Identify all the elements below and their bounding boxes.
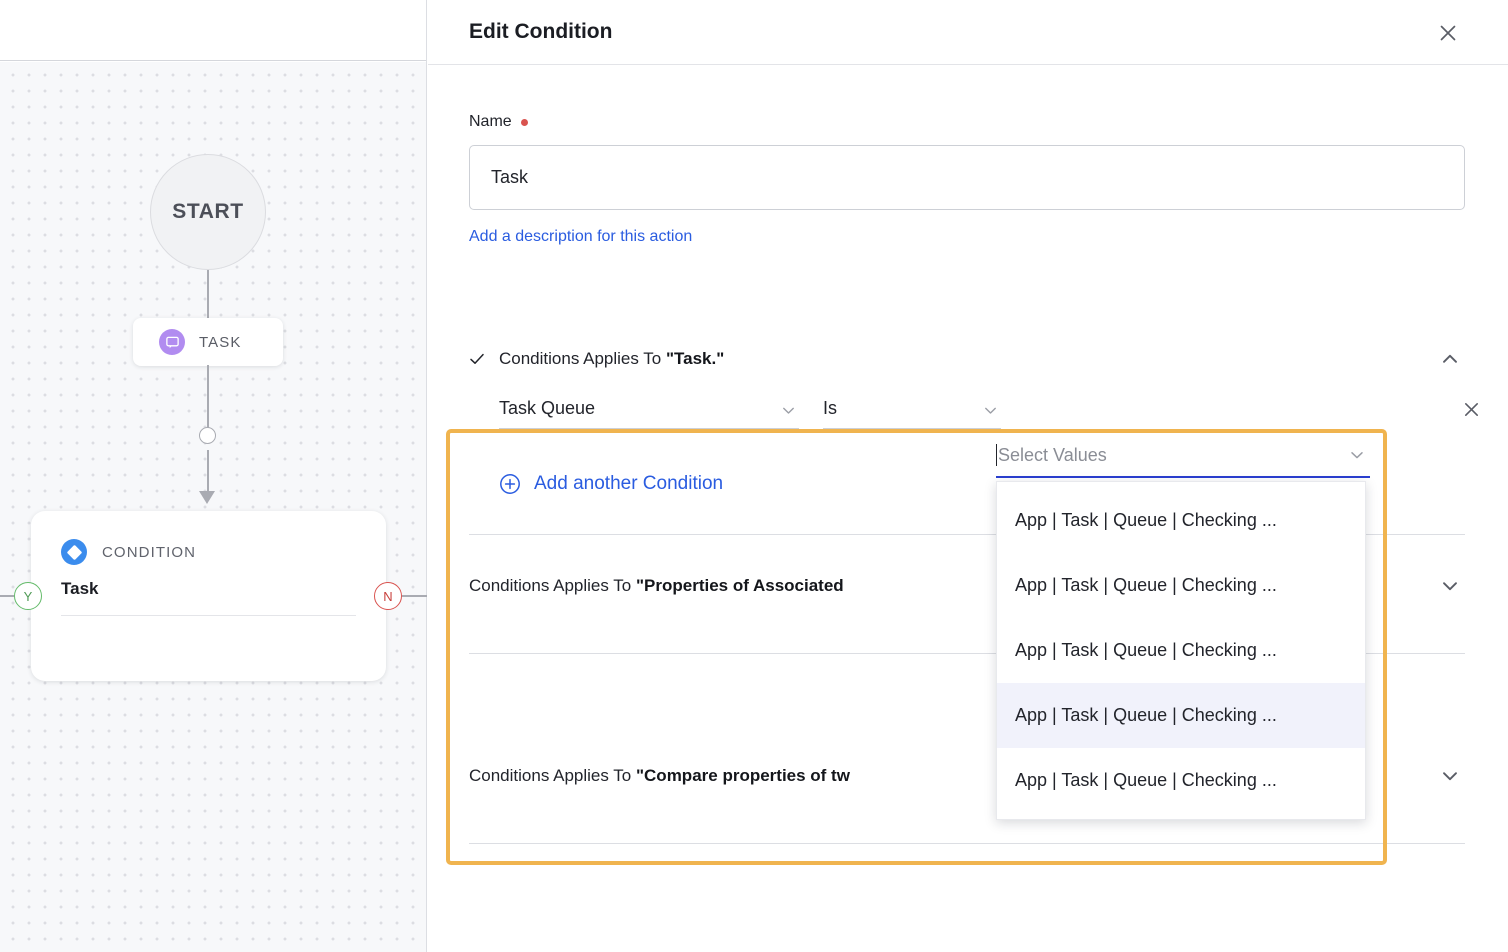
values-dropdown-list[interactable]: App | Task | Queue | Checking ... App | … bbox=[996, 481, 1366, 820]
dropdown-option[interactable]: App | Task | Queue | Checking ... bbox=[997, 748, 1365, 813]
text-cursor bbox=[996, 444, 997, 466]
condition-node-separator bbox=[61, 615, 356, 616]
flow-node-start[interactable]: START bbox=[150, 154, 266, 270]
condition-operator-select[interactable]: Is bbox=[823, 398, 1001, 429]
workflow-canvas-panel: START TASK CONDITION Task Y N bbox=[0, 0, 427, 952]
dropdown-option[interactable]: App | Task | Queue | Checking ... bbox=[997, 618, 1365, 683]
panel-header: Edit Condition bbox=[428, 0, 1508, 65]
close-icon[interactable] bbox=[1432, 17, 1464, 49]
chevron-down-icon[interactable] bbox=[1348, 446, 1366, 469]
values-combobox-layer: Select Values App | Task | Queue | Check… bbox=[996, 444, 1370, 820]
section-title-compare: Conditions Applies To "Compare propertie… bbox=[469, 766, 850, 786]
branch-badge-no-label: N bbox=[383, 588, 393, 604]
connector-task-to-junction bbox=[207, 365, 209, 429]
dropdown-option[interactable]: App | Task | Queue | Checking ... bbox=[997, 553, 1365, 618]
plus-circle-icon bbox=[499, 473, 521, 495]
page-title: Edit Condition bbox=[469, 20, 613, 43]
connector-junction-handle[interactable] bbox=[199, 427, 216, 444]
name-field-label: Name bbox=[469, 113, 1467, 131]
chevron-down-icon[interactable] bbox=[1435, 761, 1465, 791]
check-icon bbox=[469, 351, 491, 367]
connector-arrow-icon bbox=[199, 491, 215, 504]
branch-badge-yes-label: Y bbox=[23, 588, 33, 604]
name-input[interactable] bbox=[469, 145, 1465, 210]
branch-badge-yes[interactable]: Y bbox=[14, 582, 42, 610]
branch-badge-no[interactable]: N bbox=[374, 582, 402, 610]
name-label-text: Name bbox=[469, 113, 512, 130]
canvas-grid-background[interactable]: START TASK CONDITION Task Y N bbox=[0, 62, 427, 952]
branch-line-yes bbox=[0, 595, 14, 597]
condition-operator-value: Is bbox=[823, 398, 838, 418]
section-header-task-conditions[interactable]: Conditions Applies To "Task." bbox=[469, 334, 1467, 384]
section-title-task: Conditions Applies To "Task." bbox=[499, 349, 724, 369]
branch-line-no bbox=[402, 595, 427, 597]
chevron-down-icon[interactable] bbox=[1435, 571, 1465, 601]
section-divider-3 bbox=[469, 843, 1465, 844]
start-node-label: START bbox=[172, 200, 244, 223]
flow-node-condition[interactable]: CONDITION Task bbox=[31, 511, 386, 681]
section-quoted-text: "Task." bbox=[665, 349, 725, 368]
speech-bubble-icon bbox=[159, 329, 185, 355]
condition-property-select[interactable]: Task Queue bbox=[499, 398, 799, 429]
chevron-up-icon[interactable] bbox=[1435, 344, 1465, 374]
values-input[interactable]: Select Values bbox=[996, 444, 1370, 478]
condition-rule-row: Task Queue Is bbox=[499, 398, 1478, 429]
condition-node-name: Task bbox=[61, 579, 99, 598]
values-placeholder-text: Select Values bbox=[998, 444, 1107, 465]
required-indicator-icon bbox=[520, 118, 528, 126]
connector-start-to-task bbox=[207, 270, 209, 318]
add-another-condition-button[interactable]: Add another Condition bbox=[499, 473, 723, 495]
section-quoted-text: "Properties of Associated bbox=[635, 576, 844, 595]
app-root: START TASK CONDITION Task Y N Edit Condi… bbox=[0, 0, 1508, 952]
add-another-condition-label: Add another Condition bbox=[534, 473, 724, 494]
condition-node-type-label: CONDITION bbox=[102, 543, 197, 561]
diamond-icon bbox=[61, 539, 87, 565]
condition-node-header: CONDITION bbox=[61, 539, 356, 565]
section-prefix-text: Conditions Applies To bbox=[469, 576, 636, 595]
chevron-down-icon bbox=[982, 402, 999, 424]
dropdown-option-highlighted[interactable]: App | Task | Queue | Checking ... bbox=[997, 683, 1365, 748]
section-prefix-text: Conditions Applies To bbox=[469, 766, 636, 785]
add-description-link[interactable]: Add a description for this action bbox=[469, 228, 692, 246]
remove-condition-row-button[interactable] bbox=[1456, 394, 1486, 424]
task-node-label: TASK bbox=[199, 333, 242, 351]
condition-property-value: Task Queue bbox=[499, 398, 596, 418]
flow-node-task[interactable]: TASK bbox=[133, 318, 283, 366]
section-title-associated: Conditions Applies To "Properties of Ass… bbox=[469, 576, 844, 596]
section-quoted-text: "Compare properties of tw bbox=[635, 766, 850, 785]
canvas-toolbar bbox=[0, 0, 426, 61]
dropdown-option[interactable]: App | Task | Queue | Checking ... bbox=[997, 488, 1365, 553]
chevron-down-icon bbox=[780, 402, 797, 424]
section-prefix-text: Conditions Applies To bbox=[499, 349, 666, 368]
panel-body: Name Add a description for this action C… bbox=[428, 113, 1508, 500]
values-combobox[interactable]: Select Values App | Task | Queue | Check… bbox=[996, 444, 1370, 820]
